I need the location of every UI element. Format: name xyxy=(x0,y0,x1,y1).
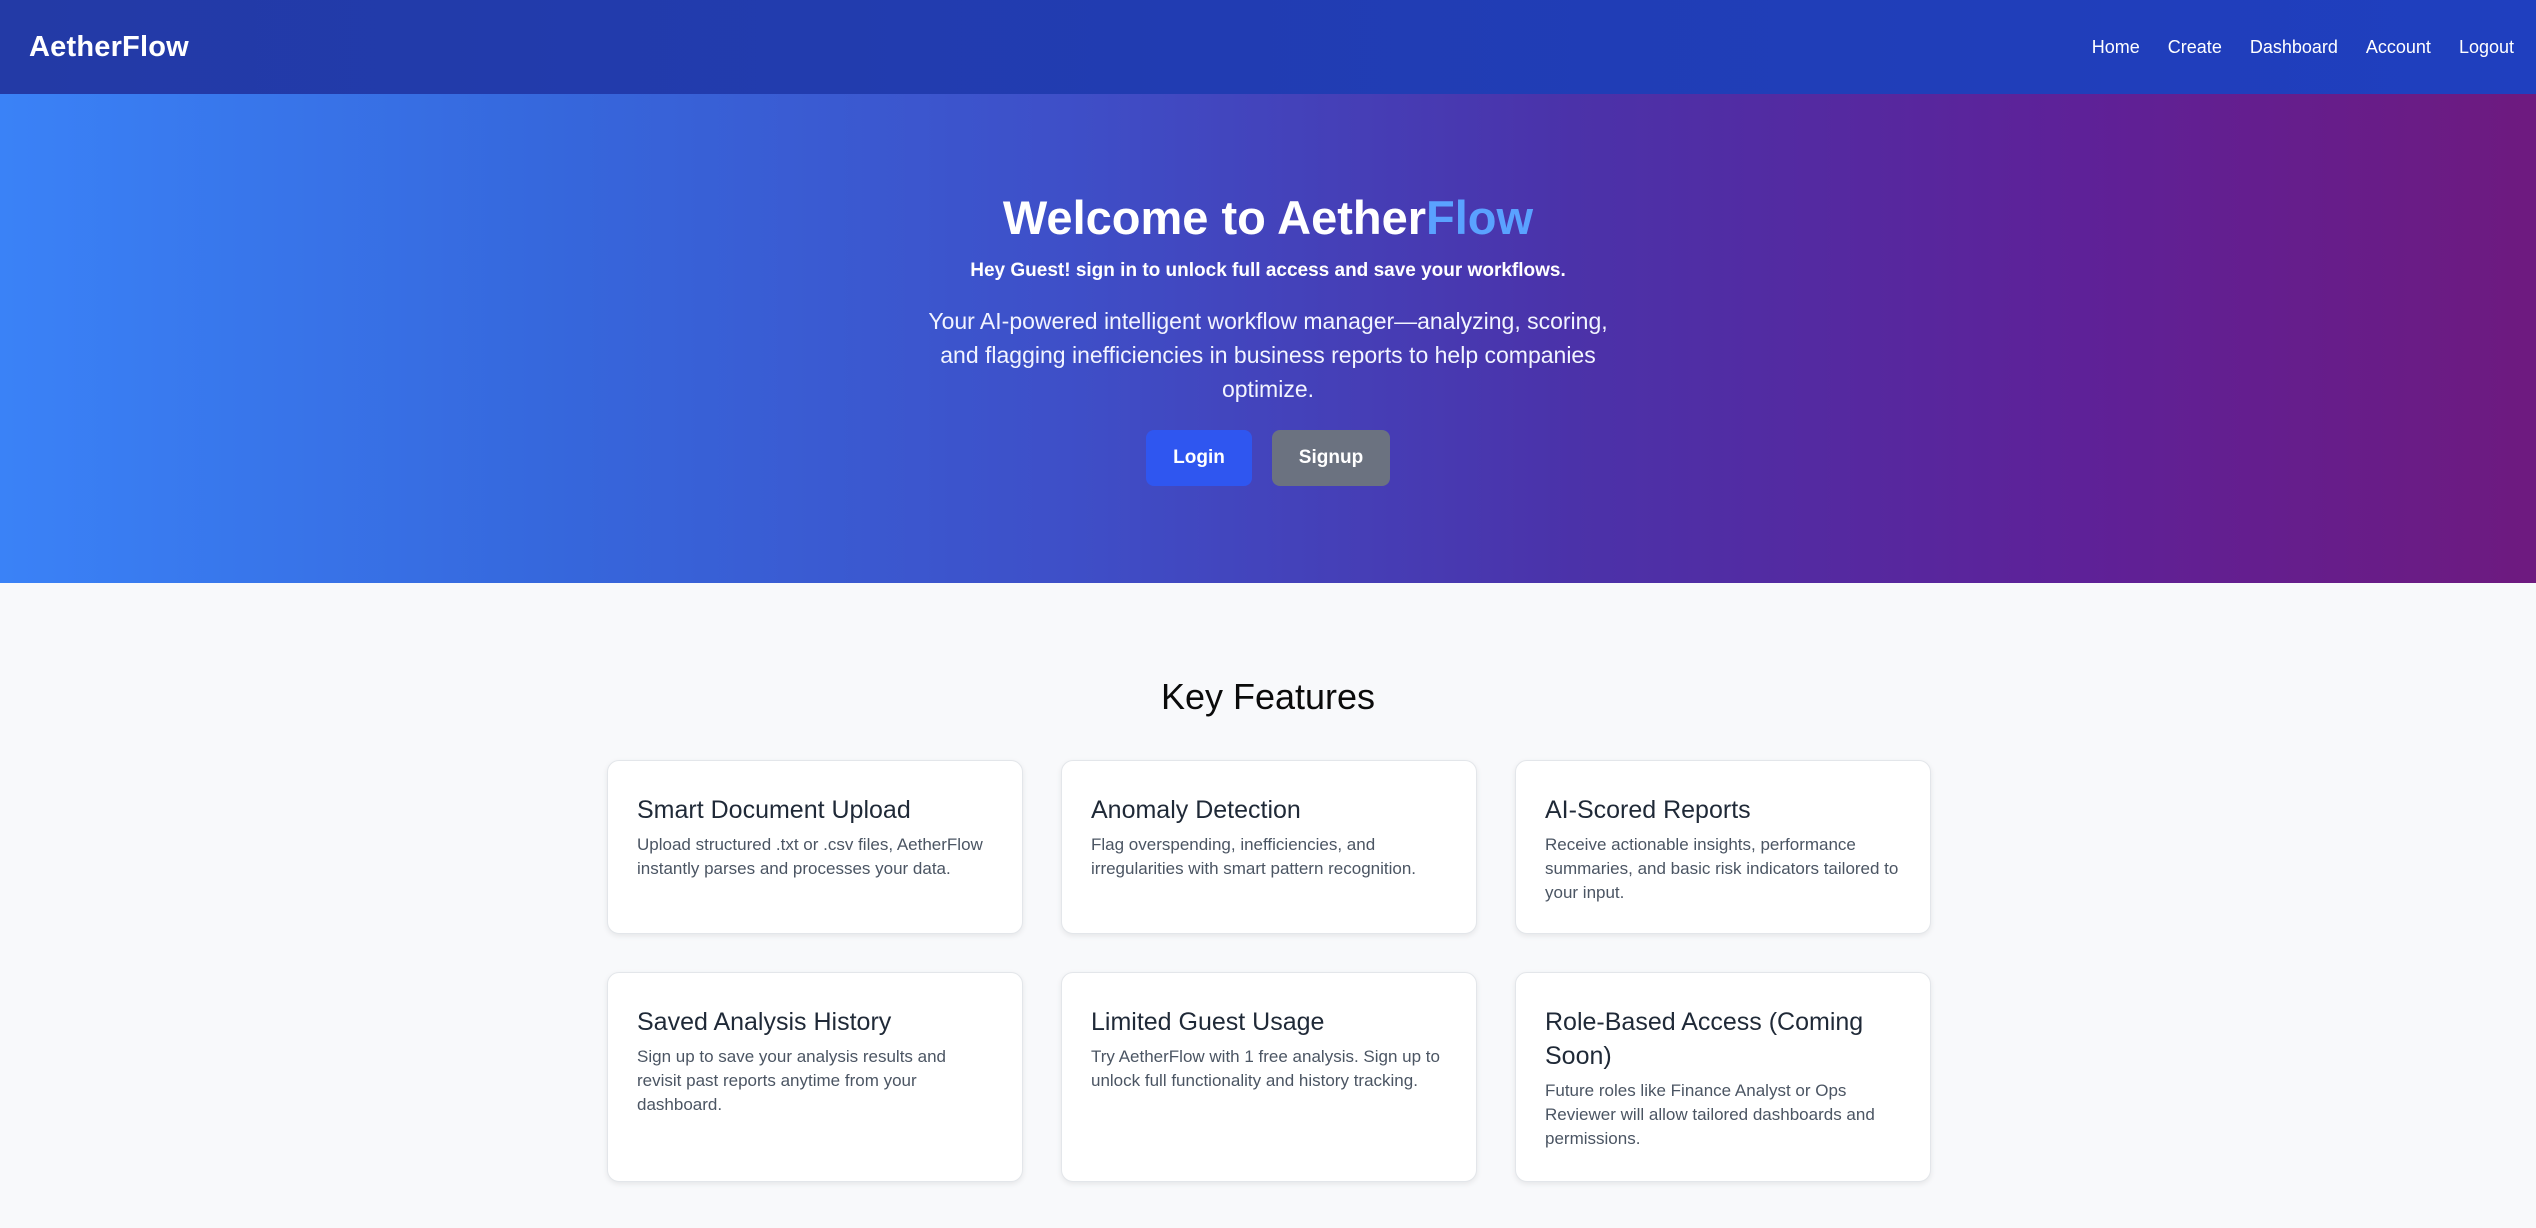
feature-card-description: Upload structured .txt or .csv files, Ae… xyxy=(637,835,983,878)
hero-section: Welcome to AetherFlow Hey Guest! sign in… xyxy=(0,94,2536,583)
hero-title: Welcome to AetherFlow xyxy=(0,190,2536,246)
guest-message: Hey Guest! sign in to unlock full access… xyxy=(970,260,1566,281)
feature-card-description: Try AetherFlow with 1 free analysis. Sig… xyxy=(1091,1047,1440,1090)
hero-title-main: Welcome to Aether xyxy=(1002,191,1427,244)
feature-card-saved-history: Saved Analysis History Sign up to save y… xyxy=(607,972,1023,1182)
login-button[interactable]: Login xyxy=(1146,430,1252,486)
nav-links: Home Create Dashboard Account Logout xyxy=(2064,37,2514,58)
feature-card-description: Receive actionable insights, performance… xyxy=(1545,835,1899,902)
feature-card-role-based-access: Role-Based Access (Coming Soon) Future r… xyxy=(1515,972,1931,1182)
feature-card-title: Smart Document Upload xyxy=(637,796,911,824)
feature-card-title: Saved Analysis History xyxy=(637,1008,892,1036)
features-heading: Key Features xyxy=(1160,676,1376,717)
feature-card-description: Sign up to save your analysis results an… xyxy=(637,1047,947,1114)
feature-card-title: Role-Based Access (Coming Soon) xyxy=(1545,1008,1864,1070)
feature-card-ai-scored-reports: AI-Scored Reports Receive actionable ins… xyxy=(1515,760,1931,934)
brand-logo[interactable]: AetherFlow xyxy=(29,31,189,64)
nav-link-create[interactable]: Create xyxy=(2168,37,2222,58)
feature-card-title: Anomaly Detection xyxy=(1091,796,1301,824)
nav-link-logout[interactable]: Logout xyxy=(2459,37,2514,58)
nav-link-account[interactable]: Account xyxy=(2366,37,2431,58)
hero-description: Your AI-powered intelligent workflow man… xyxy=(928,308,1608,402)
feature-card-title: AI-Scored Reports xyxy=(1545,796,1751,824)
nav-link-dashboard[interactable]: Dashboard xyxy=(2250,37,2338,58)
feature-card-description: Future roles like Finance Analyst or Ops… xyxy=(1545,1081,1875,1148)
feature-card-description: Flag overspending, inefficiencies, and i… xyxy=(1091,835,1417,878)
hero-buttons: Login Signup xyxy=(0,430,2536,486)
feature-card-title: Limited Guest Usage xyxy=(1091,1008,1325,1036)
feature-card-smart-upload: Smart Document Upload Upload structured … xyxy=(607,760,1023,934)
features-grid: Smart Document Upload Upload structured … xyxy=(607,760,1931,1182)
navbar: AetherFlow Home Create Dashboard Account… xyxy=(0,0,2536,94)
feature-card-guest-usage: Limited Guest Usage Try AetherFlow with … xyxy=(1061,972,1477,1182)
nav-link-home[interactable]: Home xyxy=(2092,37,2140,58)
signup-button[interactable]: Signup xyxy=(1272,430,1390,486)
feature-card-anomaly-detection: Anomaly Detection Flag overspending, ine… xyxy=(1061,760,1477,934)
hero-title-accent: Flow xyxy=(1426,191,1534,244)
